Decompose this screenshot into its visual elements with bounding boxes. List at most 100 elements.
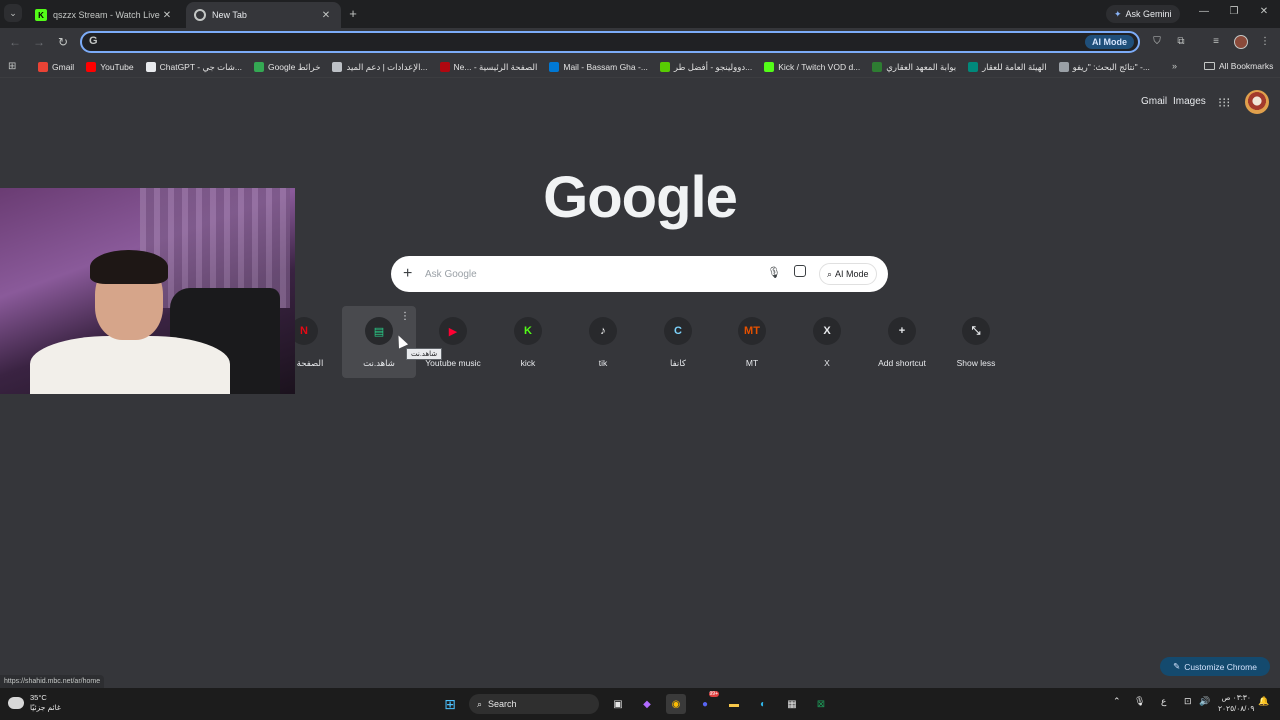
back-button[interactable]: ←: [7, 34, 23, 50]
bookmark-label: الهيئة العامة للعقار: [982, 61, 1047, 72]
windows-start-icon[interactable]: ⊞: [440, 694, 460, 714]
pencil-icon: ✎: [1173, 661, 1181, 671]
media-control-icon[interactable]: ≡: [1209, 35, 1223, 49]
reload-button[interactable]: ↻: [55, 34, 71, 50]
forward-button[interactable]: →: [31, 34, 47, 50]
ai-mode-button[interactable]: ⌕ AI Mode: [819, 263, 877, 285]
shortcut-icon: ⤡: [962, 317, 990, 345]
bookmark-item[interactable]: بوابة المعهد العقاري: [872, 62, 956, 73]
apps-grid-icon[interactable]: ⊞: [8, 61, 16, 72]
bookmark-item[interactable]: ChatGPT - شات جي...: [145, 62, 242, 73]
google-lens-icon[interactable]: [794, 265, 806, 277]
bookmark-item[interactable]: Ne... - الصفحة الرئيسية: [439, 62, 537, 73]
webcam-overlay: [0, 188, 295, 394]
shortcut-tile[interactable]: XX: [790, 306, 864, 378]
bookmark-label: YouTube: [100, 62, 134, 72]
weather-widget[interactable]: 35°C غائم جزئيًا: [8, 693, 61, 713]
microphone-tray-icon[interactable]: 🎙: [1134, 696, 1145, 707]
shortcut-label: tik: [598, 358, 608, 368]
chrome-taskbar-icon[interactable]: ◉: [666, 694, 686, 714]
shortcut-tile[interactable]: MT MT: [715, 306, 789, 378]
plus-icon[interactable]: +: [403, 264, 412, 284]
chrome-icon: [194, 9, 206, 21]
bookmark-item[interactable]: الهيئة العامة للعقار: [968, 62, 1047, 73]
notification-bell-icon[interactable]: 🔔: [1258, 696, 1269, 707]
edge-icon[interactable]: ◐: [753, 694, 773, 714]
search-input[interactable]: [425, 266, 755, 282]
omnibox-ai-mode-button[interactable]: AI Mode: [1085, 35, 1134, 49]
bookmark-item[interactable]: Kick / Twitch VOD d...: [764, 62, 860, 72]
excel-icon[interactable]: ⊠: [811, 694, 831, 714]
ask-gemini-button[interactable]: ✦ Ask Gemini: [1106, 5, 1180, 23]
close-icon[interactable]: ✕: [160, 10, 174, 21]
menu-icon[interactable]: ⋮: [1258, 35, 1272, 49]
shortcut-tile[interactable]: ▶ Youtube music: [416, 306, 490, 378]
microphone-icon[interactable]: 🎙: [767, 266, 781, 279]
all-bookmarks-label: All Bookmarks: [1219, 61, 1274, 71]
restore-button[interactable]: ❐: [1226, 6, 1242, 17]
minimize-button[interactable]: —: [1196, 6, 1212, 17]
shortcut-tile[interactable]: Kkick: [491, 306, 565, 378]
shortcut-label: كانفا: [670, 358, 686, 368]
file-explorer-icon[interactable]: ▬: [724, 694, 744, 714]
shortcut-tile[interactable]: ⤡ Show less: [939, 306, 1013, 378]
shortcut-tile[interactable]: + Add shortcut: [865, 306, 939, 378]
taskbar-search[interactable]: ⌕ Search: [469, 694, 599, 714]
bookmark-item[interactable]: YouTube: [86, 62, 134, 72]
language-indicator[interactable]: ع: [1161, 696, 1166, 707]
search-icon: ⌕: [477, 698, 483, 709]
taskbar-apps: ⊞ ⌕ Search ▣ ◆ ◉ ● 99+ ▬ ◐ ▦ ⊠: [440, 691, 831, 714]
shortcut-label: X: [824, 358, 830, 368]
bookmark-label: Mail - Bassam Gha -...: [563, 62, 648, 72]
new-tab-button[interactable]: +: [345, 6, 361, 22]
search-box[interactable]: + 🎙 ⌕ AI Mode: [391, 256, 888, 292]
bookmark-item[interactable]: Mail - Bassam Gha -...: [549, 62, 648, 72]
bookmark-favicon-icon: [1058, 62, 1069, 72]
tab-new-tab[interactable]: New Tab ✕: [186, 2, 341, 28]
tab-title: qszzx Stream - Watch Live on K: [53, 10, 160, 20]
extensions-icon[interactable]: ⧉: [1174, 35, 1188, 49]
status-bar-url: https://shahid.mbc.net/ar/home: [0, 675, 105, 688]
google-apps-icon[interactable]: ⁝⁝⁝: [1218, 95, 1230, 111]
shortcut-icon: +: [888, 317, 916, 345]
bookmark-favicon-icon: [549, 62, 560, 72]
images-link[interactable]: Images: [1173, 96, 1206, 107]
address-bar[interactable]: G AI Mode: [80, 31, 1140, 53]
discord-icon[interactable]: ● 99+: [695, 691, 719, 714]
close-icon[interactable]: ✕: [319, 10, 333, 21]
notification-badge: 99+: [708, 691, 719, 697]
window-close-button[interactable]: ✕: [1256, 6, 1272, 17]
clock-date: ٢٠٢٥/٠٨/٠٩: [1218, 704, 1255, 713]
system-clock[interactable]: ٠٣:٣٠ ص ٢٠٢٥/٠٨/٠٩: [1218, 692, 1254, 714]
tab-search-button[interactable]: ⌄: [4, 4, 22, 22]
network-icon[interactable]: ⊡: [1184, 696, 1192, 707]
weather-text: 35°C غائم جزئيًا: [30, 693, 61, 713]
task-view-icon[interactable]: ▣: [608, 694, 628, 714]
store-icon[interactable]: ▦: [782, 694, 802, 714]
tab-strip: ⌄ K qszzx Stream - Watch Live on K ✕ New…: [0, 0, 1280, 28]
bookmark-item[interactable]: نتائج البحث: "ريفو" -...: [1058, 62, 1150, 73]
bookmark-item[interactable]: الإعدادات | دعم الميد...: [332, 62, 428, 73]
bookmark-item[interactable]: دوولينجو - أفضل طر...: [659, 62, 752, 73]
copilot-icon[interactable]: ◆: [637, 694, 657, 714]
shortcut-menu-icon[interactable]: ⋮: [400, 311, 410, 322]
shortcut-icon: MT: [738, 317, 766, 345]
customize-chrome-button[interactable]: ✎ Customize Chrome: [1160, 657, 1270, 676]
chevron-up-icon[interactable]: ⌃: [1113, 696, 1121, 707]
chevron-double-right-icon[interactable]: »: [1172, 61, 1177, 71]
tab-kick-stream[interactable]: K qszzx Stream - Watch Live on K ✕: [27, 2, 182, 28]
shortcut-tile[interactable]: C كانفا: [641, 306, 715, 378]
bookmark-item[interactable]: Google خرائط: [253, 62, 320, 73]
gmail-link[interactable]: Gmail: [1141, 96, 1167, 107]
shortcut-tile[interactable]: ♪ tik: [566, 306, 640, 378]
ask-gemini-label: Ask Gemini: [1125, 9, 1172, 19]
volume-icon[interactable]: 🔊: [1199, 696, 1210, 707]
bookmark-favicon-icon: [38, 62, 48, 72]
bookmark-list: Gmail YouTube ChatGPT - شات جي... Google خر…: [38, 56, 1150, 78]
all-bookmarks-button[interactable]: All Bookmarks: [1204, 61, 1273, 71]
profile-avatar[interactable]: [1234, 35, 1248, 49]
bookmark-item[interactable]: Gmail: [38, 62, 74, 72]
account-avatar[interactable]: [1245, 90, 1269, 114]
bookmark-favicon-icon: [253, 62, 264, 72]
shield-icon[interactable]: ⛉: [1150, 35, 1164, 49]
